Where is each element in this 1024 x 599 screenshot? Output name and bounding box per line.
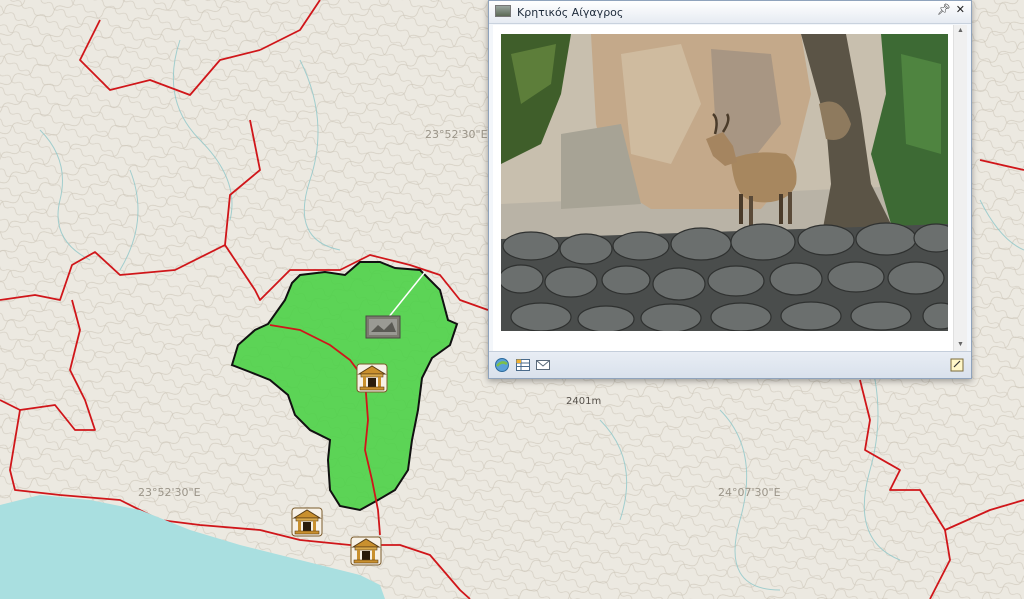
temple-icon[interactable]: [290, 506, 324, 538]
info-popup[interactable]: Κρητικός Αίγαγρος 📌︎ ✕ ▲ ▼: [488, 0, 972, 379]
note-icon[interactable]: [949, 357, 965, 373]
popup-header[interactable]: Κρητικός Αίγαγρος 📌︎ ✕: [489, 1, 971, 24]
popup-thumbnail-icon: [495, 5, 511, 17]
pin-icon[interactable]: 📌︎: [937, 3, 951, 16]
popup-title: Κρητικός Αίγαγρος: [517, 6, 624, 19]
photo-of-cretan-wild-goat: [501, 34, 948, 331]
temple-icon[interactable]: [355, 362, 389, 394]
temple-icon[interactable]: [349, 535, 383, 567]
popup-body: [493, 25, 955, 351]
elevation-label: 2401m: [566, 396, 601, 407]
scroll-down-icon[interactable]: ▼: [954, 339, 967, 351]
coordinate-label: 23°52'30"E: [138, 486, 201, 499]
table-icon[interactable]: [515, 357, 531, 373]
zoom-to-icon[interactable]: [494, 357, 510, 373]
scroll-up-icon[interactable]: ▲: [954, 25, 967, 37]
popup-footer: [489, 351, 971, 378]
photo-marker[interactable]: [365, 315, 401, 339]
coordinate-label: 24°07'30"E: [718, 486, 781, 499]
close-icon[interactable]: ✕: [956, 3, 965, 16]
coordinate-label: 23°52'30"E: [425, 128, 488, 141]
email-icon[interactable]: [535, 357, 551, 373]
popup-scrollbar[interactable]: ▲ ▼: [953, 25, 967, 351]
